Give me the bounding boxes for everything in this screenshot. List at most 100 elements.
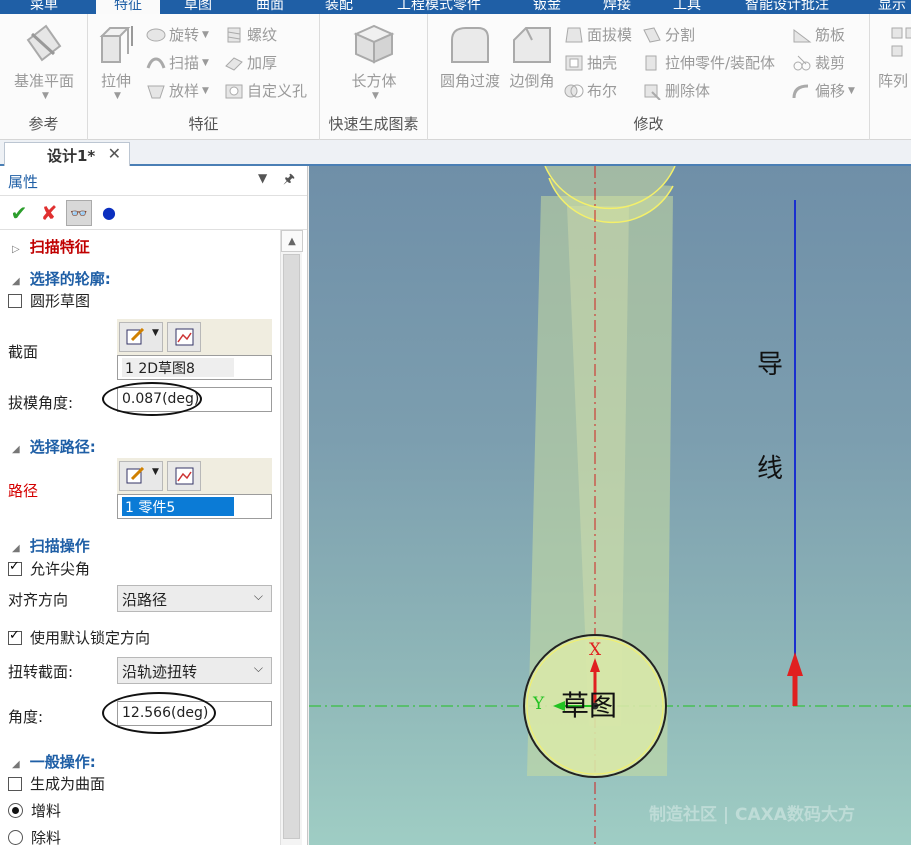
path-view-button[interactable] (167, 461, 201, 491)
tab-surface[interactable]: 曲面 (256, 0, 284, 14)
chevron-down-icon[interactable]: ▼ (258, 171, 267, 185)
chevron-down-icon: ▼ (114, 91, 121, 101)
radio-dot[interactable] (8, 803, 23, 818)
section-sweep-feature[interactable]: ▷ 扫描特征 (12, 236, 90, 257)
shell-button[interactable]: 抽壳 (564, 52, 617, 73)
panel-toolbar: ✔ ✘ 👓 ● (0, 196, 307, 230)
section-list-item[interactable]: 1 2D草图8 (122, 358, 234, 377)
chamfer-button[interactable]: 边倒角 (504, 22, 560, 91)
trim-icon (793, 55, 811, 70)
twist-section-select[interactable]: 沿轨迹扭转 ⌵ (117, 657, 272, 684)
3d-viewport[interactable]: 导 线 草图 X Y 制造社区 | CAXA数码大方 (309, 166, 911, 845)
sketch-view-button[interactable] (167, 322, 201, 352)
radio-dot[interactable] (8, 830, 23, 845)
close-icon[interactable]: ✕ (108, 144, 121, 163)
delete-body-button[interactable]: 删除体 (642, 80, 710, 101)
chevron-down-icon: ⌵ (253, 589, 263, 603)
rib-button[interactable]: 筋板 (792, 24, 845, 45)
pin-icon[interactable]: 🖈 (283, 170, 295, 192)
ribbon-group-reference: 基准平面 ▼ 参考 (0, 14, 88, 140)
sketch-label: 草图 (561, 689, 618, 722)
section-list[interactable]: 1 2D草图8 (117, 355, 272, 380)
path-label: 路径 (8, 482, 39, 500)
extrude-button[interactable]: 拉伸 ▼ (94, 22, 138, 101)
ribbon: 基准平面 ▼ 参考 拉伸 ▼ 旋转 ▼ 扫描 ▼ 放样 ▼ 螺纹 加厚 自定义孔… (0, 14, 911, 140)
extrude-part-button[interactable]: 拉伸零件/装配体 (642, 52, 775, 73)
panel-scrollbar[interactable]: ▲ (280, 230, 303, 845)
loft-label: 放样 (169, 82, 200, 100)
preview-glasses-icon[interactable]: 👓 (66, 200, 92, 226)
path-list[interactable]: 1 零件5 (117, 494, 272, 519)
remove-material-label: 除料 (31, 829, 62, 845)
array-button[interactable]: 阵列 (874, 22, 911, 91)
loft-button[interactable]: 放样 ▼ (146, 80, 209, 101)
allow-sharp-checkbox[interactable]: 允许尖角 (8, 558, 90, 579)
tab-welding[interactable]: 焊接 (603, 0, 631, 14)
tab-sheet-metal[interactable]: 钣金 (533, 0, 561, 14)
tab-feature[interactable]: 特征 (96, 0, 160, 14)
panel-header: 属性 ▼ 🖈 (0, 166, 307, 196)
twist-section-label: 扭转截面: (8, 663, 74, 681)
annotation-ellipse (102, 382, 202, 416)
thicken-button[interactable]: 加厚 (224, 52, 277, 73)
section-sweep-operation[interactable]: ◢ 扫描操作 (12, 535, 90, 556)
edit-sketch-button[interactable]: ▼ (119, 322, 163, 352)
remove-material-radio[interactable]: 除料 (8, 827, 61, 845)
delete-body-icon (644, 84, 661, 100)
datum-plane-button[interactable]: 基准平面 ▼ (8, 22, 80, 101)
dot-icon[interactable]: ● (96, 200, 122, 226)
collapse-triangle-icon: ◢ (12, 276, 20, 287)
boolean-button[interactable]: 布尔 (564, 80, 617, 101)
tab-tools[interactable]: 工具 (673, 0, 701, 14)
generate-surface-checkbox[interactable]: 生成为曲面 (8, 773, 105, 794)
tab-engineering-part[interactable]: 工程模式零件 (397, 0, 481, 14)
checkbox-box[interactable] (8, 776, 22, 791)
sweep-icon (146, 57, 166, 69)
section-label: 截面 (8, 343, 39, 361)
scroll-up-icon[interactable]: ▲ (281, 230, 303, 252)
tab-design1[interactable]: 设计1* ✕ (4, 142, 130, 166)
face-draft-button[interactable]: 面拔模 (564, 24, 632, 45)
sweep-button[interactable]: 扫描 ▼ (146, 52, 209, 73)
cancel-x-icon[interactable]: ✘ (36, 200, 62, 226)
checkbox-box[interactable] (8, 293, 22, 308)
align-direction-select[interactable]: 沿路径 ⌵ (117, 585, 272, 612)
use-default-lock-checkbox[interactable]: 使用默认锁定方向 (8, 627, 150, 648)
panel-title: 属性 (8, 173, 39, 191)
custom-hole-button[interactable]: 自定义孔 (224, 80, 307, 101)
split-button[interactable]: 分割 (642, 24, 695, 45)
revolve-button[interactable]: 旋转 ▼ (146, 24, 209, 45)
offset-icon (792, 84, 809, 98)
fillet-button[interactable]: 圆角过渡 (438, 22, 502, 91)
axis-x-label: X (589, 640, 602, 660)
box-button[interactable]: 长方体 ▼ (334, 22, 414, 101)
loft-icon (147, 85, 165, 98)
circle-sketch-checkbox[interactable]: 圆形草图 (8, 290, 90, 311)
extrude-icon (99, 26, 133, 63)
offset-button[interactable]: 偏移 ▼ (792, 80, 855, 101)
thread-button[interactable]: 螺纹 (224, 24, 277, 45)
tab-assembly[interactable]: 装配 (325, 0, 353, 14)
tab-sketch[interactable]: 草图 (184, 0, 212, 14)
confirm-check-icon[interactable]: ✔ (6, 200, 32, 226)
checkbox-box[interactable] (8, 628, 22, 645)
datum-plane-icon (26, 24, 62, 62)
add-material-radio[interactable]: 增料 (8, 800, 61, 821)
edit-sketch-icon (126, 328, 145, 345)
scroll-thumb[interactable] (283, 254, 300, 839)
document-tab-label: 设计1* (47, 147, 96, 165)
section-select-path[interactable]: ◢ 选择路径: (12, 436, 96, 457)
trim-button[interactable]: 裁剪 (792, 52, 845, 73)
chamfer-icon (513, 27, 551, 63)
section-general-operation[interactable]: ◢ 一般操作: (12, 751, 96, 772)
tab-menu[interactable]: 菜单 (30, 0, 58, 14)
tab-smart-annotation[interactable]: 智能设计批注 (745, 0, 829, 14)
section-selected-profile[interactable]: ◢ 选择的轮廓: (12, 268, 111, 289)
checkbox-box[interactable] (8, 559, 22, 576)
chamfer-label: 边倒角 (509, 72, 555, 90)
edit-path-button[interactable]: ▼ (119, 461, 163, 491)
chevron-down-icon: ▼ (152, 328, 159, 338)
tab-display[interactable]: 显示 (878, 0, 906, 14)
circle-sketch-label: 圆形草图 (30, 292, 91, 310)
path-list-item[interactable]: 1 零件5 (122, 497, 234, 516)
